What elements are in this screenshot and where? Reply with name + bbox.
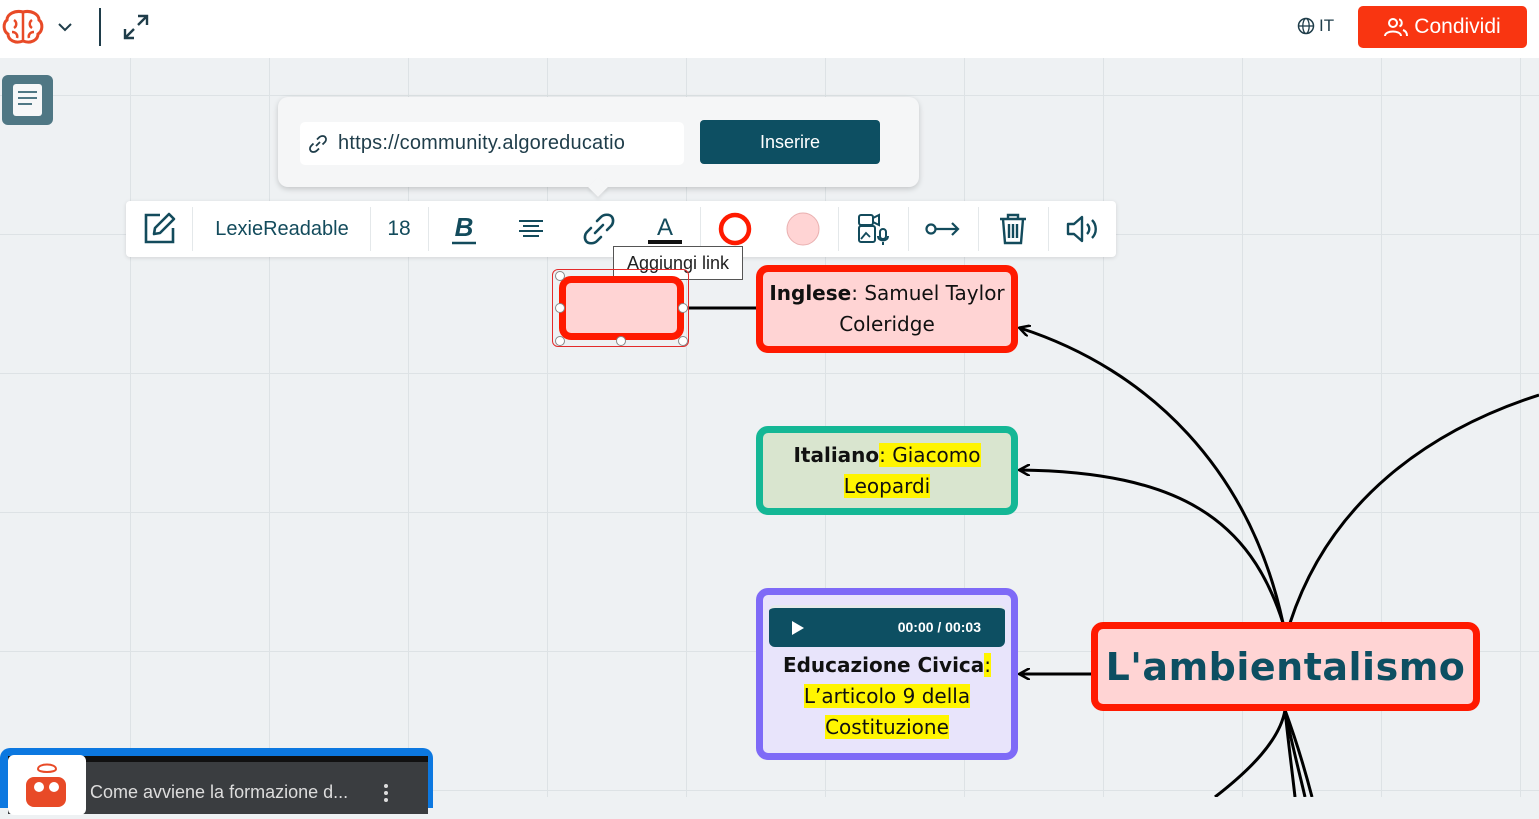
assistant-avatar[interactable] [8,755,86,815]
font-family-select[interactable]: LexieReadable [196,201,368,257]
node-english[interactable]: Inglese: Samuel Taylor Coleridge [756,265,1018,353]
node-main-label: L'ambientalismo [1105,644,1466,689]
node-english-line-1: Inglese: Samuel Taylor [769,278,1004,309]
node-english-line-2: Coleridge [839,312,935,336]
resize-handle[interactable] [678,303,688,313]
node-english-rest: : Samuel Taylor [851,281,1005,305]
node-italian-line-1: Italiano: Giacomo [793,440,981,471]
edge-main-to-italian [1020,470,1285,624]
url-input[interactable] [336,131,680,156]
fill-color-icon[interactable] [770,201,836,257]
node-civics-line-1: Educazione Civica: [782,650,992,681]
document-icon [13,84,42,116]
node-civics-line-3: Costituzione [825,712,949,743]
url-field[interactable] [300,122,684,165]
resize-handle[interactable] [555,271,565,281]
language-label: IT [1319,16,1335,35]
more-options-icon[interactable] [382,783,390,807]
resize-handle[interactable] [616,336,626,346]
brain-logo-icon[interactable] [2,8,44,46]
notes-button[interactable] [2,75,53,125]
divider [99,8,101,46]
svg-text:A: A [657,214,673,241]
share-button[interactable]: Condividi [1358,6,1527,48]
edge-main-down-1 [1214,709,1287,797]
node-civics-text-2: L’articolo 9 della [803,684,971,708]
chevron-down-icon[interactable] [56,18,74,40]
node-civics-line-2: L’articolo 9 della [803,681,971,712]
link-icon [309,134,327,153]
link-popup: Inserire [278,97,919,197]
speaker-icon[interactable] [1050,201,1116,257]
node-main[interactable]: L'ambientalismo [1091,622,1480,711]
resize-handle[interactable] [678,336,688,346]
bold-icon[interactable]: B [430,201,498,257]
edge-main-to-english [1020,328,1285,624]
resize-handle[interactable] [555,303,565,313]
node-civics[interactable]: 00:00 / 00:03 Educazione Civica: L’artic… [756,588,1018,760]
video-title: Come avviene la formazione d... [90,782,349,802]
node-civics-bold: Educazione Civica [782,653,985,677]
node-italian-rest-1: : Giacomo [879,442,981,467]
align-center-icon[interactable] [498,201,564,257]
node-italian-bold: Italiano [793,442,880,467]
media-icon[interactable] [840,201,906,257]
language-selector[interactable]: IT [1297,16,1334,36]
expand-icon[interactable] [122,13,150,45]
svg-text:B: B [455,212,474,242]
trash-icon[interactable] [980,201,1046,257]
resize-handle[interactable] [555,336,565,346]
robot-icon [26,763,66,807]
top-bar: IT Condividi [0,0,1539,58]
audio-player[interactable]: 00:00 / 00:03 [769,605,1005,647]
node-italian-rest-2: Leopardi [843,473,931,498]
play-icon[interactable] [791,620,805,635]
audio-time: 00:00 / 00:03 [897,619,981,635]
node-italian-line-2: Leopardi [843,471,931,502]
node-civics-text-3: Costituzione [825,715,949,739]
globe-icon [1297,17,1315,35]
font-size-select[interactable]: 18 [372,201,426,257]
connect-icon[interactable] [910,201,976,257]
selected-empty-node[interactable] [559,276,684,340]
share-label: Condividi [1414,15,1501,38]
node-civics-colon: : [984,653,992,677]
node-english-bold: Inglese [769,281,852,305]
users-icon [1384,18,1409,37]
node-italian[interactable]: Italiano: Giacomo Leopardi [756,426,1018,515]
edit-icon[interactable] [126,201,192,257]
insert-button[interactable]: Inserire [700,120,880,164]
edge-main-up-right [1288,393,1539,624]
